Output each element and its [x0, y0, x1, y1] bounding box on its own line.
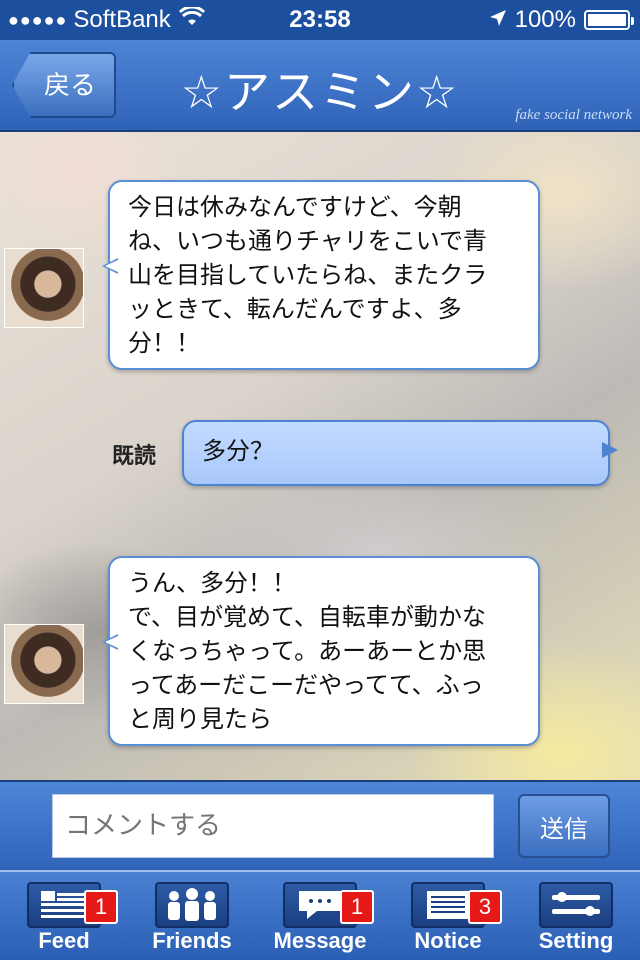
- read-receipt-label: 既読: [112, 444, 157, 469]
- settings-icon: [539, 882, 613, 928]
- tab-message[interactable]: 1 Message: [256, 872, 384, 960]
- feed-badge: 1: [84, 890, 118, 924]
- avatar[interactable]: [4, 624, 84, 704]
- status-right: 100%: [489, 6, 634, 34]
- tab-bar: 1 Feed Friends 1 Message 3 Notice Settin…: [0, 870, 640, 960]
- tab-label: Setting: [538, 928, 614, 953]
- tab-label: Friends: [152, 928, 232, 953]
- message-bubble-outgoing: 多分？: [182, 420, 618, 486]
- back-button[interactable]: 戻る: [12, 52, 116, 118]
- chat-area[interactable]: 今日は休みなんですけど、今朝 ね、いつも通りチャリをこいで青 山を目指していたら…: [0, 132, 640, 780]
- tab-label: Notice: [414, 928, 482, 953]
- notice-badge: 3: [468, 890, 502, 924]
- send-button[interactable]: 送信: [518, 794, 610, 858]
- battery-percentage: 100%: [514, 6, 576, 33]
- comment-input[interactable]: [52, 794, 494, 858]
- page-title: ☆アスミン☆: [180, 65, 460, 119]
- back-button-label: 戻る: [43, 70, 96, 101]
- tab-feed[interactable]: 1 Feed: [0, 872, 128, 960]
- tab-friends[interactable]: Friends: [128, 872, 256, 960]
- message-bubble-incoming: うん、多分！！ で、目が覚めて、自転車が動かな くなっちゃって。あーあーとか思 …: [102, 556, 540, 746]
- tab-label: Message: [273, 928, 367, 953]
- friends-icon: [155, 882, 229, 928]
- brand-watermark: fake social network: [515, 107, 632, 123]
- status-bar: ●●●●● SoftBank 23:58 100%: [0, 0, 640, 40]
- tab-notice[interactable]: 3 Notice: [384, 872, 512, 960]
- navigation-bar: 戻る ☆アスミン☆ fake social network: [0, 40, 640, 132]
- message-badge: 1: [340, 890, 374, 924]
- avatar[interactable]: [4, 248, 84, 328]
- tab-setting[interactable]: Setting: [512, 872, 640, 960]
- tab-label: Feed: [38, 928, 90, 953]
- message-bubble-incoming: 今日は休みなんですけど、今朝 ね、いつも通りチャリをこいで青 山を目指していたら…: [102, 180, 540, 370]
- location-arrow-icon: [489, 6, 507, 34]
- comment-bar: 送信: [0, 780, 640, 870]
- battery-icon: [584, 10, 634, 30]
